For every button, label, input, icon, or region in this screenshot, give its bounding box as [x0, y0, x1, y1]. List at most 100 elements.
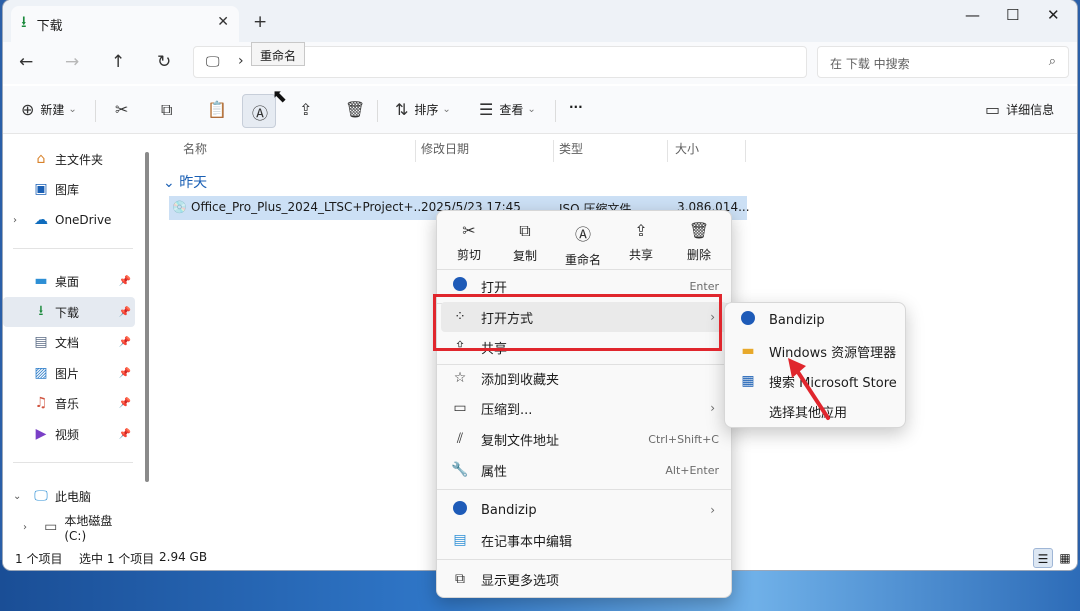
view-button[interactable]: ☰ 查看 ⌄	[479, 100, 536, 119]
sidebar-item-label: OneDrive	[55, 213, 112, 227]
copy-button[interactable]: ⧉	[161, 100, 172, 120]
group-label: 昨天	[179, 175, 208, 191]
rename-tooltip: 重命名	[251, 42, 306, 66]
forward-icon[interactable]: →	[65, 52, 79, 72]
new-tab-button[interactable]: +	[253, 12, 267, 32]
sidebar-item-home[interactable]: ⌂ 主文件夹	[3, 144, 135, 174]
sidebar-item-music[interactable]: ♫ 音乐 📌	[3, 388, 135, 418]
tab-close-icon[interactable]: ✕	[217, 14, 229, 30]
column-separator[interactable]	[553, 140, 554, 162]
sidebar-item-label: 图片	[55, 366, 80, 381]
video-icon: ▶	[35, 426, 47, 442]
back-icon[interactable]: ←	[19, 52, 33, 72]
menu-item-notepad[interactable]: ▤ 在记事本中编辑	[441, 525, 727, 555]
menu-item-show-more[interactable]: ⧉ 显示更多选项	[441, 564, 727, 594]
bandizip-icon	[451, 501, 469, 519]
maximize-icon[interactable]: ☐	[1006, 6, 1019, 24]
chevron-down-icon[interactable]: ⌄	[13, 491, 21, 502]
clipboard-icon: 📋	[207, 100, 227, 119]
details-pane-button[interactable]: ▭ 详细信息	[985, 100, 1054, 119]
delete-action[interactable]: 🗑 删除	[671, 221, 727, 263]
rename-action[interactable]: Ⓐ 重命名	[555, 221, 611, 268]
home-icon: ⌂	[36, 151, 46, 167]
sidebar-item-local-disk[interactable]: › ▭ 本地磁盘 (C:)	[3, 512, 135, 543]
sidebar-item-documents[interactable]: ▤ 文档 📌	[3, 327, 135, 357]
refresh-icon[interactable]: ↻	[157, 52, 171, 72]
annotation-highlight-box	[433, 294, 722, 351]
copy-path-icon: ⫽	[456, 431, 464, 447]
column-separator[interactable]	[415, 140, 416, 162]
rename-icon: Ⓐ	[574, 225, 591, 244]
column-header-date[interactable]: 修改日期	[421, 140, 469, 164]
column-header-type[interactable]: 类型	[559, 140, 583, 164]
more-options-button[interactable]: ···	[569, 100, 583, 114]
chevron-right-icon[interactable]: ›	[13, 215, 17, 226]
chevron-right-icon[interactable]: ›	[23, 522, 27, 533]
gallery-icon: ▣	[34, 181, 48, 197]
chevron-down-icon: ⌄	[68, 104, 77, 115]
tab-downloads[interactable]: ⭳ 下载 ✕	[11, 6, 239, 42]
sort-icon: ⇅	[395, 100, 409, 119]
sidebar-item-videos[interactable]: ▶ 视频 📌	[3, 419, 135, 449]
menu-item-add-favorites[interactable]: ☆ 添加到收藏夹	[441, 363, 727, 393]
window-close-icon[interactable]: ✕	[1047, 6, 1060, 24]
sidebar-item-onedrive[interactable]: › ☁ OneDrive	[3, 205, 135, 235]
trash-icon: 🗑	[688, 221, 710, 240]
menu-item-bandizip[interactable]: Bandizip ›	[441, 495, 727, 525]
new-button[interactable]: ⊕ 新建 ⌄	[21, 100, 77, 119]
pin-icon[interactable]: 📌	[119, 307, 131, 318]
trash-icon: 🗑	[345, 100, 366, 119]
cut-button[interactable]: ✂	[115, 100, 128, 119]
sidebar-item-label: 本地磁盘 (C:)	[64, 513, 113, 543]
menu-item-shortcut: Enter	[689, 279, 719, 293]
sort-button[interactable]: ⇅ 排序 ⌄	[395, 100, 451, 119]
tiles-view-icon[interactable]: ▦	[1055, 548, 1075, 568]
sidebar-item-downloads[interactable]: ⭳ 下载 📌	[3, 297, 135, 327]
paste-button[interactable]: 📋	[207, 100, 227, 119]
pin-icon[interactable]: 📌	[119, 398, 131, 409]
column-separator[interactable]	[745, 140, 746, 162]
pin-icon[interactable]: 📌	[119, 276, 131, 287]
group-header[interactable]: ⌄ 昨天	[163, 172, 207, 192]
submenu-item-label: Bandizip	[769, 312, 825, 328]
sidebar-item-pictures[interactable]: ▨ 图片 📌	[3, 358, 135, 388]
sidebar-divider	[13, 462, 133, 463]
delete-button[interactable]: 🗑	[345, 100, 365, 119]
sidebar-scrollbar[interactable]	[145, 152, 149, 482]
share-label: 共享	[628, 248, 653, 262]
sidebar-item-label: 图库	[55, 182, 80, 197]
search-input[interactable]: 在 下载 中搜索 ⌕	[817, 46, 1069, 78]
menu-item-copy-path[interactable]: ⫽ 复制文件地址 Ctrl+Shift+C	[441, 424, 727, 454]
column-header-size[interactable]: 大小	[675, 140, 699, 164]
column-separator[interactable]	[667, 140, 668, 162]
wrench-icon: 🔧	[451, 462, 469, 478]
sidebar-item-this-pc[interactable]: ⌄ 🖵 此电脑	[3, 481, 135, 511]
details-pane-icon: ▭	[985, 100, 1001, 119]
chevron-right-icon[interactable]: ›	[238, 53, 244, 69]
sidebar-item-desktop[interactable]: ▬ 桌面 📌	[3, 266, 135, 296]
details-view-icon[interactable]: ☰	[1033, 548, 1053, 568]
share-button[interactable]: ⇪	[299, 100, 312, 119]
sidebar-item-gallery[interactable]: ▣ 图库	[3, 174, 135, 204]
pin-icon[interactable]: 📌	[119, 429, 131, 440]
bandizip-icon	[739, 311, 757, 329]
delete-label: 删除	[686, 248, 711, 262]
star-icon: ☆	[453, 370, 467, 386]
pin-icon[interactable]: 📌	[119, 368, 131, 379]
minimize-icon[interactable]: —	[965, 6, 980, 24]
monitor-icon: 🖵	[206, 54, 220, 70]
menu-item-properties[interactable]: 🔧 属性 Alt+Enter	[441, 455, 727, 485]
menu-divider	[437, 559, 731, 560]
separator	[95, 100, 96, 122]
submenu-item-bandizip[interactable]: Bandizip	[729, 305, 903, 335]
pin-icon[interactable]: 📌	[119, 337, 131, 348]
share-icon: ⇪	[299, 100, 313, 119]
copy-action[interactable]: ⧉ 复制	[497, 221, 553, 264]
column-header-name[interactable]: 名称	[183, 140, 207, 164]
download-icon: ⭳	[38, 303, 44, 319]
up-icon[interactable]: ↑	[111, 52, 125, 72]
menu-item-compress[interactable]: ▭ 压缩到... ›	[441, 393, 727, 423]
share-action[interactable]: ⇪ 共享	[613, 221, 669, 263]
notepad-icon: ▤	[453, 532, 467, 548]
cut-action[interactable]: ✂ 剪切	[441, 221, 497, 263]
